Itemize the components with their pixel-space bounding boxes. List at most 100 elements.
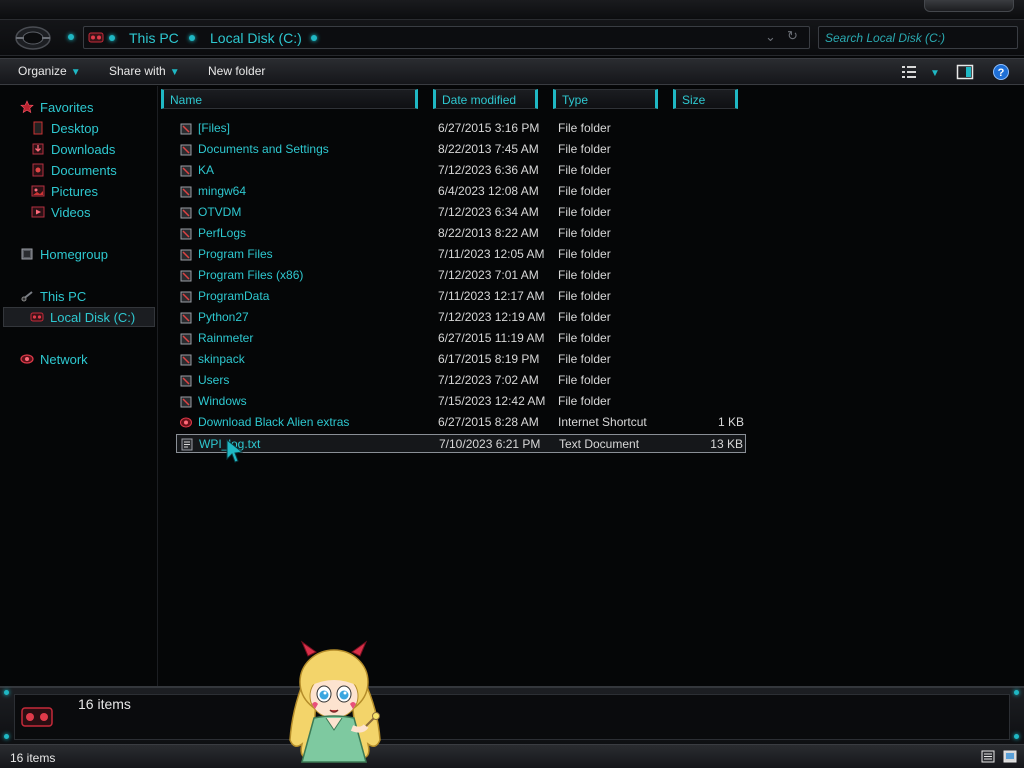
change-view-icon[interactable] [900,63,918,81]
file-type: File folder [558,373,611,387]
file-row[interactable]: OTVDM 7/12/2023 6:34 AM File folder [176,203,746,222]
file-date-modified: 6/27/2015 3:16 PM [438,121,540,135]
file-row[interactable]: skinpack 6/17/2015 8:19 PM File folder [176,350,746,369]
column-header-name[interactable]: Name [161,89,418,109]
nav-favorites[interactable]: Favorites [20,97,93,117]
preview-pane-icon[interactable] [956,63,974,81]
network-icon [20,354,34,364]
search-input[interactable] [825,30,1011,46]
file-type: File folder [558,394,611,408]
nav-homegroup-label: Homegroup [40,246,108,262]
breadcrumb-local-disk[interactable]: Local Disk (C:) [210,30,302,46]
details-view-icon[interactable] [981,750,995,763]
folder-icon [180,228,192,240]
address-dropdown-icon[interactable]: ⌄ [765,29,776,45]
new-folder-button[interactable]: New folder [208,64,265,78]
local-disk-icon [30,312,44,322]
address-separator-icon[interactable] [311,35,317,41]
column-date-label: Date modified [442,93,517,107]
large-icons-view-icon[interactable] [1003,750,1017,763]
cartoon-girl-mascot [289,640,381,763]
nav-network[interactable]: Network [20,349,88,369]
file-row[interactable]: Program Files (x86) 7/12/2023 7:01 AM File… [176,266,746,285]
folder-icon [180,144,192,156]
nav-pictures[interactable]: Pictures [31,181,98,201]
frame-light-icon [4,734,9,739]
folder-icon [180,291,192,303]
nav-downloads-label: Downloads [51,141,116,157]
file-size: 13 KB [710,437,743,451]
file-row[interactable]: Users 7/12/2023 7:02 AM File folder [176,371,746,390]
back-forward-orb-icon[interactable] [14,25,52,51]
file-row[interactable]: PerfLogs 8/22/2013 8:22 AM File folder [176,224,746,243]
recent-pages-dot-icon[interactable] [68,34,74,40]
folder-icon [180,165,192,177]
details-inner [14,694,1010,740]
file-row[interactable]: Download Black Alien extras 6/27/2015 8:2… [176,413,746,432]
file-name: skinpack [198,352,245,366]
file-name: PerfLogs [198,226,247,240]
nav-downloads[interactable]: Downloads [31,139,115,159]
nav-desktop[interactable]: Desktop [31,118,99,138]
refresh-icon[interactable]: ↻ [787,28,798,44]
file-date-modified: 8/22/2013 8:22 AM [438,226,539,240]
share-with-button[interactable]: Share with ▼ [109,64,180,78]
nav-local-disk[interactable]: Local Disk (C:) [3,307,155,327]
local-disk-icon [88,32,104,43]
column-name-label: Name [170,93,203,107]
file-row[interactable]: Windows 7/15/2023 12:42 AM File folder [176,392,746,411]
file-type: File folder [558,310,611,324]
nav-this-pc[interactable]: This PC [20,286,86,306]
file-row[interactable]: Python27 7/12/2023 12:19 AM File folder [176,308,746,327]
share-with-label: Share with [109,64,166,78]
address-separator-icon [109,35,115,41]
file-type: Internet Shortcut [558,415,647,429]
local-disk-icon [21,707,53,727]
folder-icon [180,333,192,345]
column-size-label: Size [682,93,706,107]
breadcrumb-this-pc[interactable]: This PC [129,30,179,46]
file-name: [Files] [198,121,231,135]
star-icon [20,100,34,114]
file-row[interactable]: KA 7/12/2023 6:36 AM File folder [176,161,746,180]
file-row[interactable]: [Files] 6/27/2015 3:16 PM File folder [176,119,746,138]
desktop-icon [33,121,43,135]
nav-favorites-label: Favorites [40,99,94,115]
organize-label: Organize [18,64,67,78]
file-date-modified: 6/27/2015 11:19 AM [438,331,545,345]
nav-local-disk-label: Local Disk (C:) [50,309,136,325]
organize-button[interactable]: Organize ▼ [18,64,81,78]
nav-videos[interactable]: Videos [31,202,91,222]
chevron-down-icon: ▼ [930,68,940,79]
column-header-date[interactable]: Date modified [433,89,538,109]
nav-documents[interactable]: Documents [31,160,117,180]
downloads-icon [32,143,44,155]
file-row[interactable]: Documents and Settings 8/22/2013 7:45 AM F… [176,140,746,159]
view-options-dropdown[interactable]: ▼ [926,65,940,79]
file-type: File folder [558,163,611,177]
folder-icon [180,207,192,219]
file-name: Download Black Alien extras [198,415,350,429]
nav-documents-label: Documents [51,162,117,178]
file-date-modified: 7/12/2023 7:02 AM [438,373,539,387]
file-row[interactable]: WPI_log.txt7/10/2023 6:21 PMText Documen… [176,434,746,453]
file-row[interactable]: Program Files 7/11/2023 12:05 AM File fold… [176,245,746,264]
help-icon[interactable]: ? [992,63,1010,81]
text-document-icon [181,438,193,451]
file-date-modified: 7/12/2023 12:19 AM [438,310,546,324]
column-header-type[interactable]: Type [553,89,658,109]
file-name: Windows [198,394,247,408]
file-row[interactable]: Rainmeter 6/27/2015 11:19 AM File folder [176,329,746,348]
search-box[interactable] [818,26,1018,49]
file-date-modified: 7/12/2023 7:01 AM [438,268,539,282]
file-date-modified: 7/11/2023 12:05 AM [438,247,545,261]
file-type: Text Document [559,437,640,451]
chevron-down-icon: ▼ [169,67,180,78]
file-row[interactable]: mingw64 6/4/2023 12:08 AM File folder [176,182,746,201]
address-separator-icon[interactable] [189,35,195,41]
address-bar[interactable]: This PC Local Disk (C:) ⌄ ↻ [83,26,810,49]
file-row[interactable]: ProgramData 7/11/2023 12:17 AM File folder [176,287,746,306]
nav-homegroup[interactable]: Homegroup [20,244,108,264]
column-header-size[interactable]: Size [673,89,738,109]
chevron-down-icon: ▼ [70,67,81,78]
